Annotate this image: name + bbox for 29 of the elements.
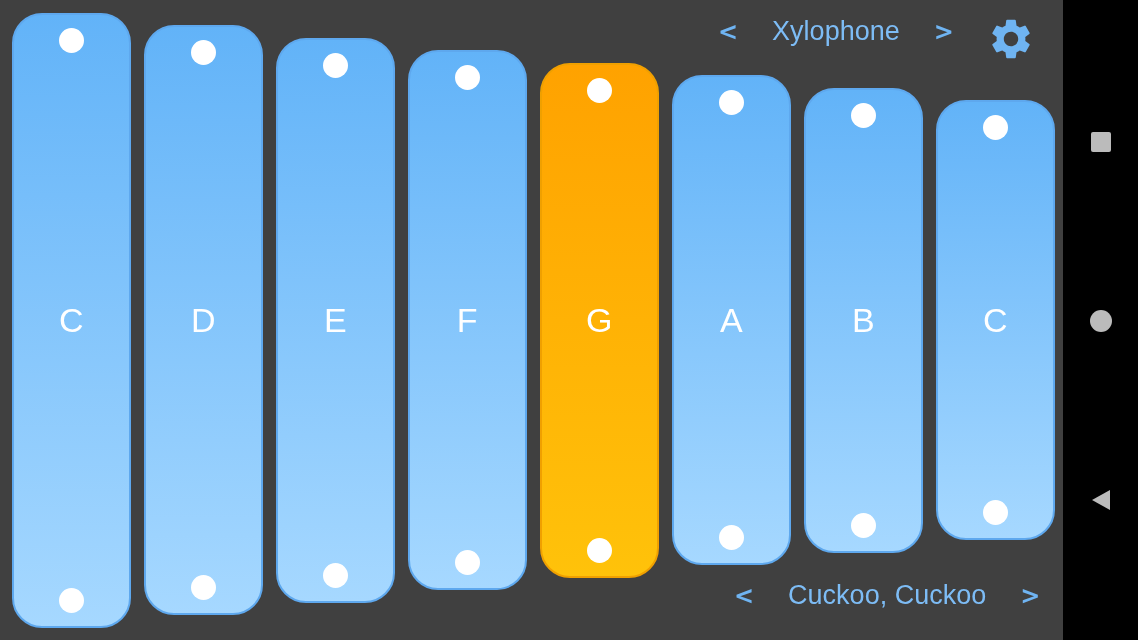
peg-icon [454,65,480,90]
xylophone-bar[interactable]: D [144,25,263,615]
home-icon[interactable] [1089,310,1112,332]
peg-icon [586,77,612,103]
peg-icon [718,90,744,115]
peg-icon [58,587,84,613]
square-icon[interactable] [1090,132,1111,152]
peg-icon [190,575,216,600]
peg-icon [322,52,348,78]
song-name: Cuckoo, Cuckoo [788,580,987,611]
back-icon[interactable] [1091,490,1110,510]
peg-icon [850,512,876,538]
xylophone-bar[interactable]: C [12,12,131,628]
peg-icon [982,500,1008,525]
peg-icon [190,40,216,65]
peg-icon [454,550,480,575]
peg-icon [322,562,348,588]
xylophone-bar[interactable]: B [804,87,923,553]
xylophone-bar[interactable]: C [936,100,1055,540]
xylophone-bar[interactable]: E [276,37,395,603]
peg-icon [718,525,744,550]
peg-icon [586,537,612,563]
xylophone-bar[interactable]: F [408,50,527,590]
peg-icon [58,27,84,53]
instrument-name: Xylophone [772,16,900,47]
xylophone-bar[interactable]: A [672,75,791,565]
peg-icon [850,102,876,128]
peg-icon [982,115,1008,140]
xylophone-bar[interactable]: G [540,62,659,578]
